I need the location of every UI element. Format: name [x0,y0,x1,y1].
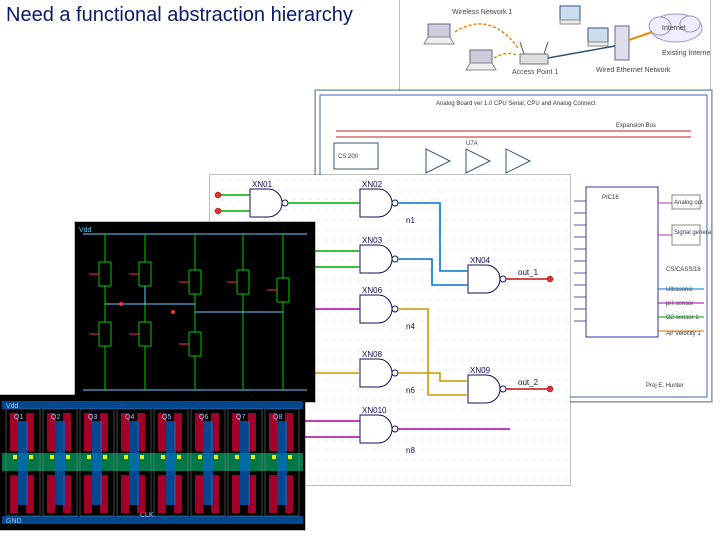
layer-ic-layout: Vdd GND CLK Q1 Q2 Q3 Q4 Q5 Q6 Q7 Q8 [0,395,305,530]
label-cs200: CS 200 [338,154,359,160]
net-label: n8 [406,446,415,455]
net-label: n6 [406,386,415,395]
gate-icon: XN09 [468,366,506,403]
svg-text:XN02: XN02 [362,180,383,189]
cell-label: Q6 [199,414,208,421]
layer-transistor-schematic: Vdd GND [75,222,315,402]
label-airvel: Air Velocity 1 [666,331,701,337]
label-gnd: GND [6,518,22,525]
label-o2: O2 sensor 1 [666,315,699,321]
label-siggen: Signal generator [674,230,711,236]
net-label: out_1 [518,268,539,277]
pc-icon [560,6,580,24]
svg-text:XN01: XN01 [252,180,273,189]
cell-label: Q8 [273,414,282,421]
cell-label: Q5 [162,414,171,421]
svg-text:XN010: XN010 [362,406,387,415]
label-expansion-bus: Expansion Bus [616,123,656,129]
pc-icon [588,28,608,46]
gate-icon: XN02 [360,180,398,217]
net-label: out_2 [518,378,539,387]
label-wireless: Wireless Network 1 [452,9,512,16]
laptop-icon [466,50,496,70]
svg-text:XN03: XN03 [362,236,383,245]
gate-icon: XN03 [360,236,398,273]
svg-text:XN04: XN04 [470,256,491,265]
svg-text:XN09: XN09 [470,366,491,375]
board-title: Analog Board ver 1.0 CPU Serial, CPU and… [436,101,596,107]
label-internet: Internet [662,25,686,32]
label-ultra: Ultrasonic [666,287,693,293]
label-cscass: CS/CASS/16 [666,267,701,273]
board-credit: Proj E. Hunter [646,383,684,389]
gate-icon: XN010 [360,406,398,443]
label-u7a: U7A [466,141,478,147]
label-wired: Wired Ethernet Network [596,67,671,74]
gate-icon: XN01 [250,180,288,217]
laptop-icon [424,24,454,44]
cell-label: Q1 [14,414,23,421]
cell-label: Q3 [88,414,97,421]
gate-icon: XN04 [468,256,506,293]
label-ap: Access Point 1 [512,69,558,76]
slide-title: Need a functional abstraction hierarchy [6,4,353,27]
cell-label: Q4 [125,414,134,421]
layer-network-diagram: Existing Internet Wired Ethernet Network… [400,0,710,95]
server-icon [615,26,629,60]
net-label: n1 [406,216,415,225]
gate-icon: XN08 [360,350,398,387]
label-vdd: Vdd [79,227,92,234]
label-ph: pH sensor [666,301,693,307]
label-existing: Existing Internet [662,50,710,57]
svg-text:XN08: XN08 [362,350,383,359]
svg-text:XN06: XN06 [362,286,383,295]
gate-icon: XN06 [360,286,398,323]
label-clk: CLK [140,512,154,519]
net-label: n4 [406,322,415,331]
label-pic: PIC16 [602,195,619,201]
cell-label: Q7 [236,414,245,421]
cell-label: Q2 [51,414,60,421]
label-analog-out: Analog out [674,200,703,206]
access-point-icon [520,54,548,64]
